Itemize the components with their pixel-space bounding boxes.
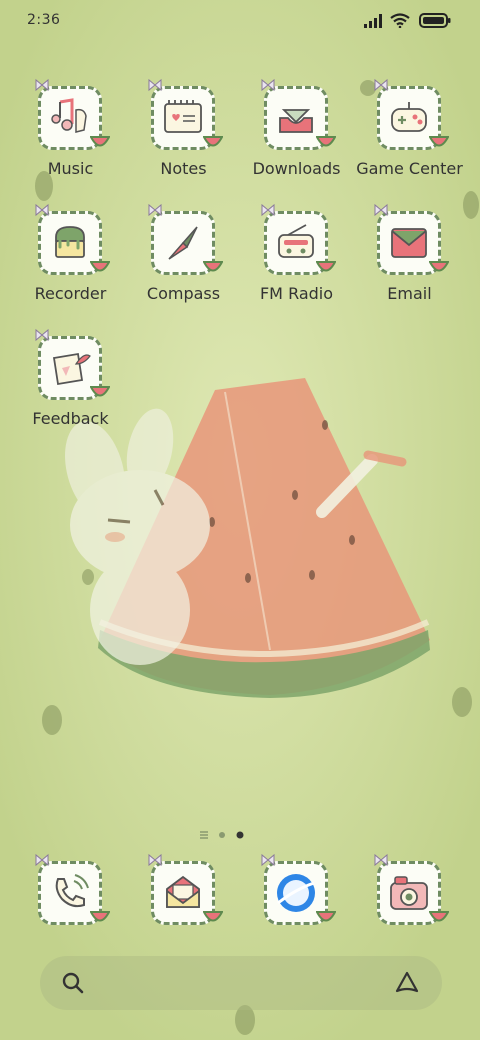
feedback-paper-icon [52, 352, 91, 386]
bow-decoration-icon [148, 853, 162, 867]
feed-page-icon[interactable] [200, 831, 208, 839]
dock-phone[interactable] [14, 853, 127, 971]
watermelon-badge-icon [203, 911, 223, 922]
page-dot[interactable] [219, 832, 225, 838]
app-email[interactable]: Email [353, 203, 466, 321]
radio-icon [278, 224, 314, 258]
bow-decoration-icon [374, 853, 388, 867]
bow-decoration-icon [261, 78, 275, 92]
message-envelope-icon [166, 875, 200, 908]
gamepad-icon [391, 102, 427, 132]
search-bar[interactable] [40, 956, 442, 1010]
watermelon-badge-icon [203, 136, 223, 147]
bow-decoration-icon [261, 203, 275, 217]
app-fm-radio[interactable]: FM Radio [240, 203, 353, 321]
download-tray-icon [279, 109, 313, 133]
status-icons [364, 12, 454, 30]
battery-icon [419, 13, 451, 28]
app-game-center[interactable]: Game Center [353, 78, 466, 196]
dock-messages[interactable] [127, 853, 240, 971]
app-label: Game Center [356, 159, 463, 178]
app-music[interactable]: Music [14, 78, 127, 196]
app-label: Compass [146, 284, 221, 303]
app-feedback[interactable]: Feedback [14, 328, 127, 446]
app-recorder[interactable]: Recorder [14, 203, 127, 321]
signal-icon [364, 14, 382, 28]
notepad-heart-icon [164, 100, 202, 133]
app-label: Downloads [252, 159, 341, 178]
wifi-icon [390, 13, 410, 28]
status-bar: 2:36 [0, 0, 480, 42]
watermelon-badge-icon [203, 261, 223, 272]
dock-browser[interactable] [240, 853, 353, 971]
app-compass[interactable]: Compass [127, 203, 240, 321]
bow-decoration-icon [148, 203, 162, 217]
watermelon-badge-icon [429, 261, 449, 272]
bow-decoration-icon [35, 203, 49, 217]
envelope-icon [391, 228, 427, 258]
bow-decoration-icon [261, 853, 275, 867]
bow-decoration-icon [148, 78, 162, 92]
phone-icon [55, 874, 89, 908]
watermelon-badge-icon [90, 136, 110, 147]
assistant-icon[interactable] [394, 970, 420, 996]
watermelon-badge-icon [429, 136, 449, 147]
app-downloads[interactable]: Downloads [240, 78, 353, 196]
browser-planet-icon [277, 874, 315, 912]
app-label: Email [387, 284, 432, 303]
watermelon-badge-icon [429, 911, 449, 922]
bow-decoration-icon [35, 328, 49, 342]
search-icon [62, 972, 84, 994]
status-time: 2:36 [27, 12, 61, 28]
cake-recorder-icon [55, 226, 85, 258]
compass-needle-icon [168, 226, 198, 260]
app-label: Feedback [32, 409, 109, 428]
bow-decoration-icon [374, 203, 388, 217]
bow-decoration-icon [374, 78, 388, 92]
bow-decoration-icon [35, 78, 49, 92]
bow-decoration-icon [35, 853, 49, 867]
app-label: Recorder [34, 284, 107, 303]
watermelon-badge-icon [316, 136, 336, 147]
app-notes[interactable]: Notes [127, 78, 240, 196]
app-label: FM Radio [259, 284, 334, 303]
camera-icon [390, 876, 428, 910]
app-label: Music [47, 159, 94, 178]
dock-camera[interactable] [353, 853, 466, 971]
watermelon-badge-icon [316, 261, 336, 272]
watermelon-badge-icon [90, 911, 110, 922]
page-indicator [200, 831, 244, 839]
watermelon-badge-icon [90, 261, 110, 272]
watermelon-badge-icon [316, 911, 336, 922]
music-note-icon [51, 98, 87, 133]
watermelon-badge-icon [90, 386, 110, 397]
page-dot-active[interactable] [236, 831, 244, 839]
app-label: Notes [160, 159, 207, 178]
